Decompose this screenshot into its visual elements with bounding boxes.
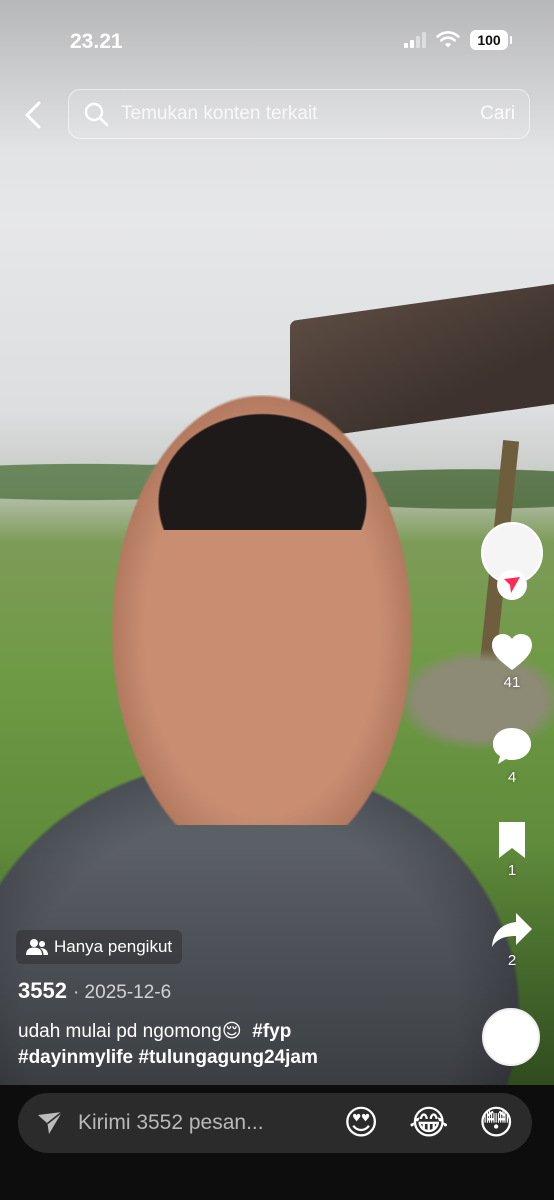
post-date: · 2025-12-6 bbox=[72, 982, 172, 1003]
hashtag-link[interactable]: #tulungagung24jam bbox=[138, 1047, 317, 1068]
people-icon bbox=[26, 939, 48, 955]
chevron-left-icon bbox=[25, 101, 41, 129]
person-hair bbox=[130, 390, 395, 530]
share-button[interactable]: 2 bbox=[480, 910, 544, 969]
follow-button[interactable] bbox=[497, 570, 527, 600]
send-arrow-icon bbox=[504, 577, 520, 593]
video-player[interactable] bbox=[0, 0, 554, 1085]
hashtag-link[interactable]: #dayinmylife bbox=[18, 1047, 133, 1068]
privacy-badge: Hanya pengikut bbox=[16, 930, 183, 964]
music-disc[interactable] bbox=[482, 1008, 540, 1066]
search-icon bbox=[84, 102, 109, 127]
share-count: 2 bbox=[507, 952, 517, 969]
share-arrow-icon bbox=[492, 913, 532, 947]
battery-icon: 100 bbox=[470, 30, 512, 50]
cellular-signal-icon bbox=[404, 32, 426, 48]
search-bar[interactable]: Cari bbox=[68, 89, 530, 139]
comment-bar: 😍 😂 😳 bbox=[0, 1085, 554, 1200]
back-button[interactable] bbox=[16, 97, 50, 133]
save-count: 1 bbox=[507, 862, 517, 879]
emoji-heart-eyes-button[interactable]: 😍 bbox=[343, 1106, 378, 1140]
send-icon bbox=[38, 1111, 63, 1134]
emoji-laughing-button[interactable]: 😂 bbox=[409, 1106, 449, 1140]
comment-count: 4 bbox=[507, 769, 517, 786]
status-time: 23.21 bbox=[70, 30, 123, 53]
heart-icon bbox=[492, 634, 532, 670]
caption-text: udah mulai pd ngomong😌 bbox=[18, 1021, 242, 1042]
message-box[interactable]: 😍 😂 😳 bbox=[18, 1093, 532, 1153]
author-row: 3552 · 2025-12-6 bbox=[18, 978, 171, 1004]
emoji-flushed-button[interactable]: 😳 bbox=[479, 1106, 514, 1140]
bookmark-icon bbox=[499, 822, 525, 858]
like-count: 41 bbox=[503, 674, 521, 691]
wifi-icon bbox=[436, 31, 460, 48]
message-input[interactable] bbox=[78, 1111, 314, 1135]
hashtag-link[interactable]: #fyp bbox=[252, 1021, 291, 1042]
author-name[interactable]: 3552 bbox=[18, 978, 67, 1004]
search-input[interactable] bbox=[121, 103, 471, 125]
privacy-label: Hanya pengikut bbox=[54, 937, 173, 956]
status-icons: 100 bbox=[404, 30, 512, 50]
save-button[interactable]: 1 bbox=[480, 820, 544, 879]
post-caption: udah mulai pd ngomong😌 #fyp #dayinmylife… bbox=[18, 1019, 458, 1071]
search-submit-button[interactable]: Cari bbox=[470, 103, 515, 125]
comment-button[interactable]: 4 bbox=[480, 725, 544, 786]
comment-icon bbox=[493, 728, 531, 764]
like-button[interactable]: 41 bbox=[480, 632, 544, 691]
